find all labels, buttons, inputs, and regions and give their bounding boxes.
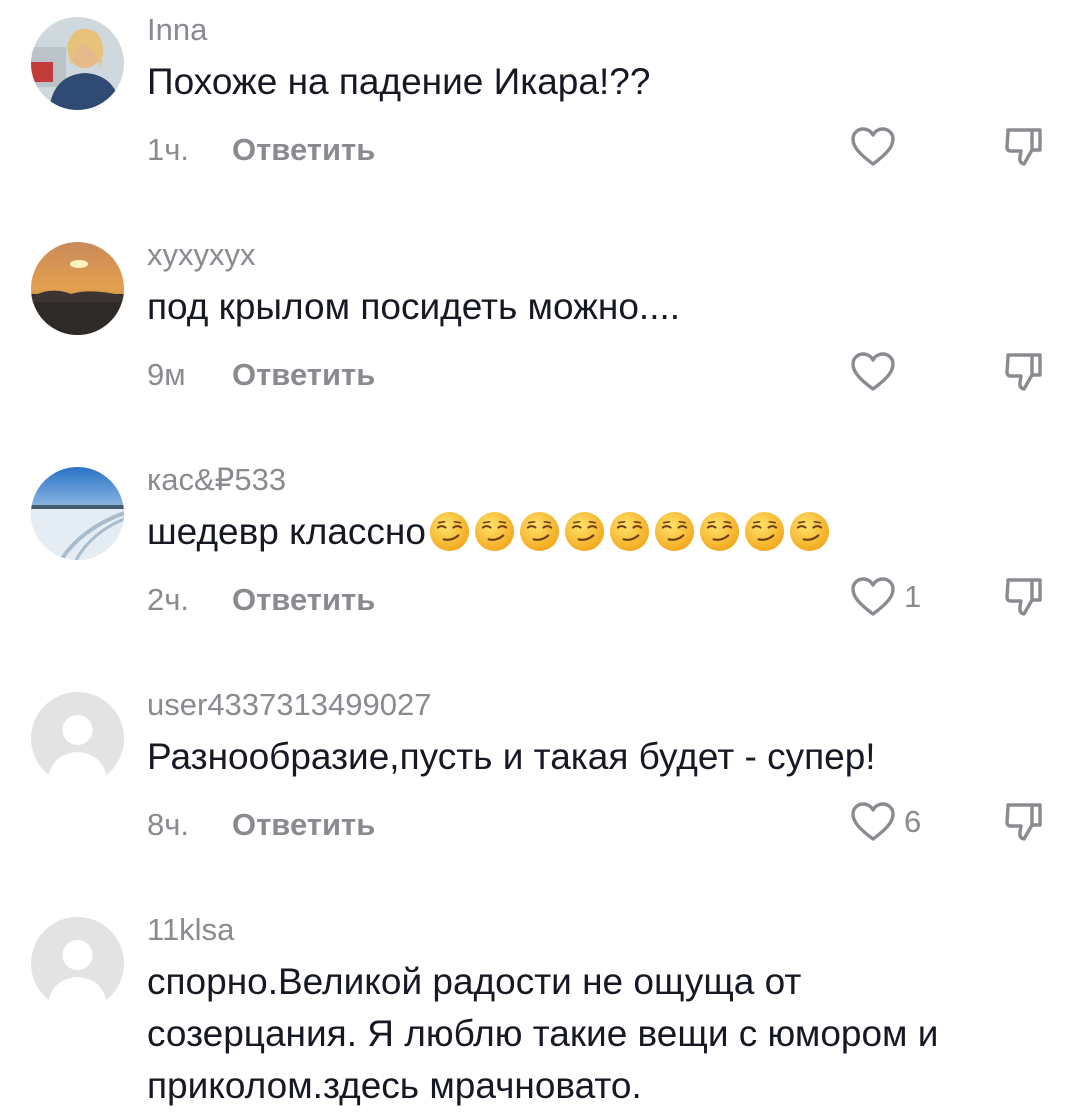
smirking-face-emoji xyxy=(789,511,829,551)
smirking-face-emoji xyxy=(519,511,559,551)
avatar[interactable] xyxy=(31,917,124,1010)
avatar[interactable] xyxy=(31,242,124,335)
comment-actions: 8ч. Ответить 6 xyxy=(147,802,1047,847)
thumbs-down-icon xyxy=(1005,578,1042,616)
smirking-face-emoji xyxy=(699,511,739,551)
avatar[interactable] xyxy=(31,467,124,560)
emoji-row xyxy=(428,510,833,553)
reply-button[interactable]: Ответить xyxy=(232,807,375,843)
default-avatar-icon xyxy=(31,917,124,1010)
avatar[interactable] xyxy=(31,692,124,785)
smirking-face-emoji xyxy=(609,511,649,551)
smirking-face-emoji xyxy=(744,511,784,551)
like-button[interactable] xyxy=(850,351,904,393)
heart-outline-icon xyxy=(851,127,895,166)
dislike-button[interactable] xyxy=(1002,799,1046,848)
comment-text: под крылом посидеть можно.... xyxy=(147,286,681,327)
avatar-photo-woman xyxy=(31,17,124,110)
reply-button[interactable]: Ответить xyxy=(232,582,375,618)
comment-username[interactable]: кас&₽533 xyxy=(147,462,286,498)
heart-outline-icon xyxy=(851,352,895,391)
comment-username[interactable]: хухухух xyxy=(147,237,256,273)
comment-text: спорно.Великой радости не ощуща от созер… xyxy=(147,961,939,1106)
heart-outline-icon xyxy=(851,802,895,841)
dislike-button[interactable] xyxy=(1002,574,1046,623)
smirking-face-emoji xyxy=(429,511,469,551)
comment-text: Разнообразие,пусть и такая будет - супер… xyxy=(147,736,876,777)
comment-time: 2ч. xyxy=(147,582,190,617)
like-count: 6 xyxy=(904,804,922,839)
dislike-button[interactable] xyxy=(1002,349,1046,398)
comment-time: 1ч. xyxy=(147,132,190,167)
thumbs-down-icon xyxy=(1005,353,1042,391)
like-button[interactable] xyxy=(850,126,904,168)
comment-username[interactable]: user4337313499027 xyxy=(147,687,431,723)
smirking-face-emoji xyxy=(564,511,604,551)
comment-username[interactable]: 11klsa xyxy=(147,912,234,948)
avatar[interactable] xyxy=(31,17,124,110)
thumbs-down-icon xyxy=(1005,803,1042,841)
like-count: 1 xyxy=(904,579,922,614)
smirking-face-emoji xyxy=(654,511,694,551)
comment-time: 8ч. xyxy=(147,807,190,842)
comment-actions: 2ч. Ответить 1 xyxy=(147,577,1047,622)
comment-username[interactable]: Inna xyxy=(147,12,207,48)
reply-button[interactable]: Ответить xyxy=(232,357,375,393)
avatar-photo-sunset xyxy=(31,242,124,335)
dislike-button[interactable] xyxy=(1002,124,1046,173)
comment-actions: 1ч. Ответить xyxy=(147,127,1047,172)
comment-text-content: шедевр классно xyxy=(147,511,426,552)
avatar-photo-snow xyxy=(31,467,124,560)
default-avatar-icon xyxy=(31,692,124,785)
heart-outline-icon xyxy=(851,577,895,616)
smirking-face-emoji xyxy=(474,511,514,551)
like-button[interactable]: 1 xyxy=(850,576,921,618)
comment-actions: 9м Ответить xyxy=(147,352,1047,397)
comment-text: шедевр классно xyxy=(147,506,1027,558)
reply-button[interactable]: Ответить xyxy=(232,132,375,168)
comment-text: Похоже на падение Икара!?? xyxy=(147,61,651,102)
thumbs-down-icon xyxy=(1005,128,1042,166)
like-button[interactable]: 6 xyxy=(850,801,921,843)
comment-time: 9м xyxy=(147,357,186,392)
